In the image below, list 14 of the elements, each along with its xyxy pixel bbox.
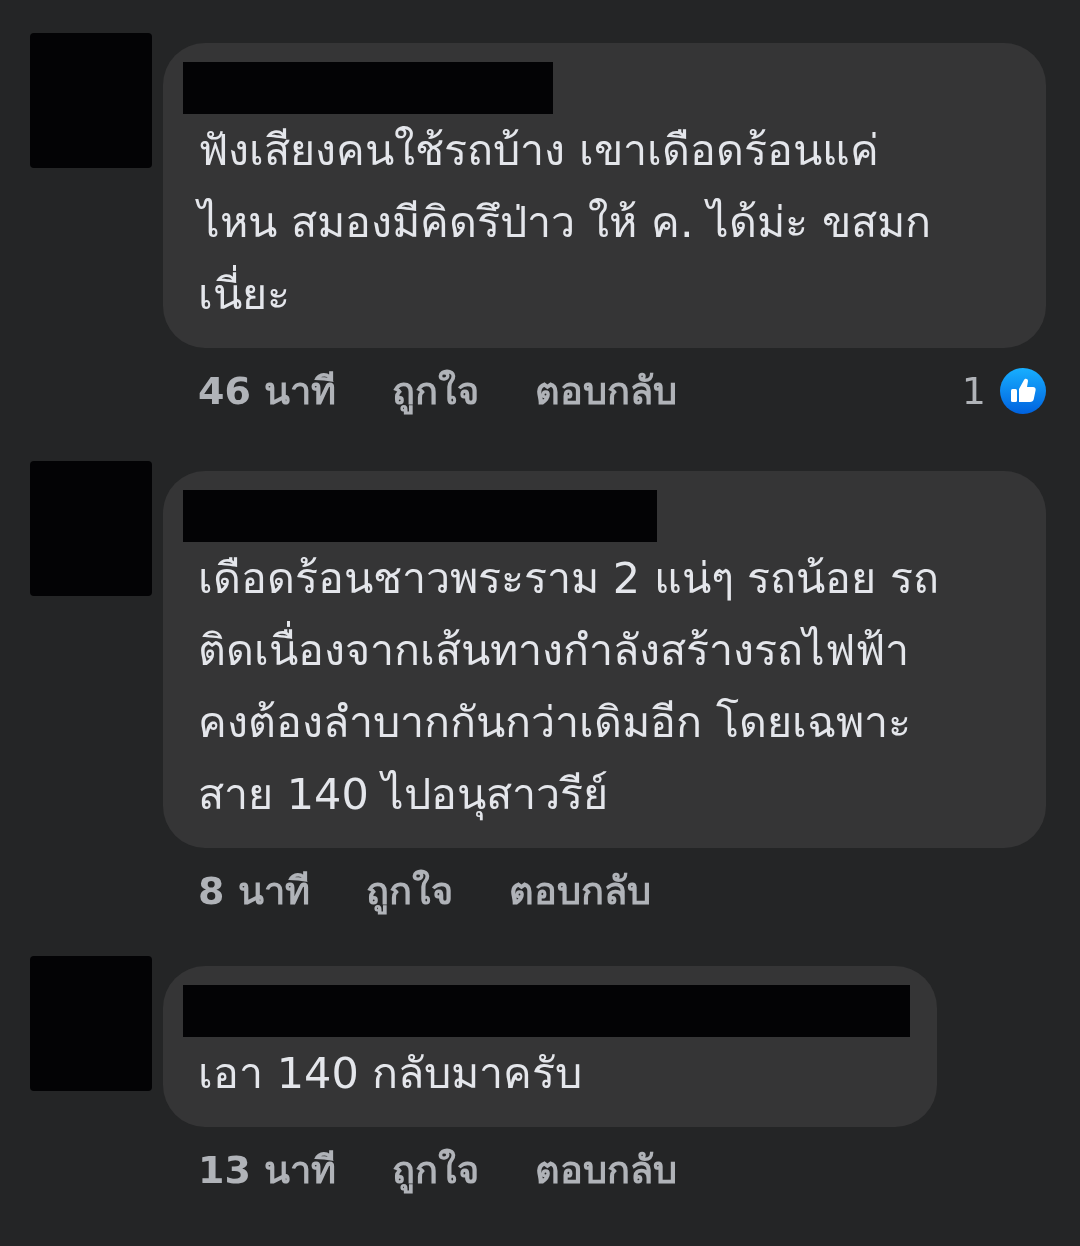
comment-time[interactable]: 13 นาที: [198, 1141, 337, 1199]
comment-text: เอา 140 กลับมาครับ: [197, 1047, 584, 1100]
reply-button[interactable]: ตอบกลับ: [535, 1141, 678, 1199]
reaction-count: 1: [961, 367, 986, 415]
comment-text: ฟังเสียงคนใช้รถบ้าง เขาเดือดร้อนแค่ ไหน สมองมีคิดรึป่าว ให้ ค. ได้ม่ะ ขสมก เนี่ยะ: [183, 114, 1019, 330]
comment-text: เดือดร้อนชาวพระราม 2 แน่ๆ รถน้อย รถ ติดเนื่องจากเส้นทางกำลังสร้างรถไฟฟ้า คงต้องลำบากกันกว่าเดิมอีก โดยเฉพาะ สาย 140 ไปอนุสาวรีย์: [197, 552, 941, 823]
comment-time[interactable]: 8 นาที: [198, 862, 310, 920]
like-button[interactable]: ถูกใจ: [392, 1141, 480, 1199]
like-button[interactable]: ถูกใจ: [365, 862, 453, 920]
like-button[interactable]: ถูกใจ: [392, 362, 480, 420]
reply-button[interactable]: ตอบกลับ: [508, 862, 651, 920]
reply-button[interactable]: ตอบกลับ: [535, 362, 678, 420]
like-reaction-icon: [1000, 368, 1046, 414]
comment-time[interactable]: 46 นาที: [198, 362, 337, 420]
